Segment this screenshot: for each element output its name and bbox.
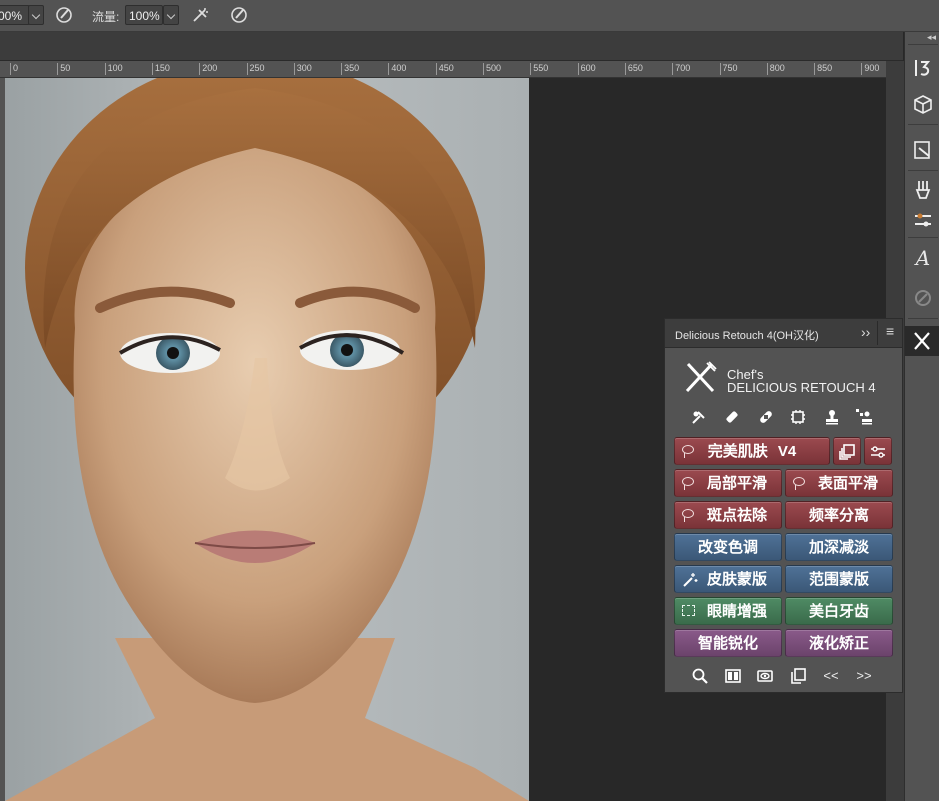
dodge-burn-button[interactable]: 加深减淡 [785,533,893,561]
ruler-tick: 300 [293,63,312,75]
ruler-tick: 100 [104,63,123,75]
frequency-separation-button[interactable]: 频率分离 [785,501,893,529]
panel-expand-button[interactable]: ›› [861,324,870,340]
pattern-stamp-icon[interactable] [855,408,873,426]
teeth-whiten-label: 美白牙齿 [808,603,869,620]
skin-mask-label: 皮肤蒙版 [706,571,767,588]
ruler-tick: 50 [57,63,70,75]
perfect-skin-label: 完美肌肤 [707,443,768,460]
range-mask-label: 范围蒙版 [808,571,869,588]
copy-icon[interactable] [789,667,807,685]
panel-header: Delicious Retouch 4(OH汉化) ›› ≡ [665,319,902,348]
lasso-icon [682,509,694,522]
zoom-icon[interactable] [691,667,709,685]
airbrush-icon[interactable] [190,5,210,25]
panel-menu-button[interactable]: ≡ [886,323,894,339]
ruler-tick: 500 [483,63,501,75]
teeth-whiten-button[interactable]: 美白牙齿 [785,597,893,625]
view-icon[interactable] [756,667,774,685]
ruler-tick: 150 [151,63,170,75]
brushes-icon[interactable] [911,178,935,202]
local-smooth-button[interactable]: 局部平滑 [674,469,782,497]
range-mask-button[interactable]: 范围蒙版 [785,565,893,593]
pressure-size-icon[interactable] [229,5,249,25]
smart-sharpen-label: 智能锐化 [697,635,758,652]
marquee-icon [682,605,695,616]
sliders-icon [871,446,885,458]
frequency-separation-label: 频率分离 [808,507,869,524]
ruler-tick: 900 [861,63,879,75]
local-smooth-label: 局部平滑 [706,475,767,492]
ruler-tick: 550 [530,63,548,75]
chip-icon[interactable] [789,408,807,426]
spot-removal-button[interactable]: 斑点祛除 [674,501,782,529]
change-tone-button[interactable]: 改变色调 [674,533,782,561]
pressure-opacity-icon[interactable] [54,5,74,25]
ruler-tick: 850 [814,63,832,75]
collapse-dock-button[interactable]: ◂◂ [927,32,936,43]
perfect-skin-button[interactable]: 完美肌肤 V4 [674,437,830,465]
ruler-tick: 750 [719,63,738,75]
panel-dock: ◂◂ A [904,32,939,801]
opacity-dropdown[interactable] [28,5,44,25]
spot-removal-label: 斑点祛除 [706,507,767,524]
flow-dropdown[interactable] [163,5,179,25]
portrait-image [5,78,529,801]
copy-layers-icon [839,444,855,460]
ruler-tick: 800 [766,63,785,75]
bandage-icon[interactable] [757,408,775,426]
brand-title: DELICIOUS RETOUCH 4 [727,380,876,395]
ruler-tick: 250 [246,63,265,75]
prev-icon[interactable]: << [822,667,840,685]
perfect-skin-version: V4 [777,443,797,460]
character-icon[interactable]: A [911,246,935,270]
compare-icon[interactable] [724,667,742,685]
adjustments-icon[interactable] [911,208,935,232]
lasso-icon [793,477,805,490]
smart-sharpen-button[interactable]: 智能锐化 [674,629,782,657]
panel-title: Delicious Retouch 4(OH汉化) [675,330,819,342]
liquify-label: 液化矫正 [808,635,869,652]
lasso-icon [682,477,694,490]
options-bar: 00% 流量: 100% [0,0,939,32]
ruler-tick: 600 [577,63,596,75]
retouch-plugin-icon[interactable] [905,326,939,356]
surface-smooth-label: 表面平滑 [817,475,878,492]
ruler-tick: 350 [341,63,359,75]
ruler-tick: 400 [388,63,406,75]
lasso-icon [682,445,694,458]
eye-enhance-label: 眼睛增强 [706,603,767,620]
ruler-tick: 450 [435,63,454,75]
properties-icon[interactable] [911,138,935,162]
eyedropper-brush-icon[interactable] [690,408,708,426]
copy-layers-button[interactable] [833,437,861,465]
ruler-tick: 200 [199,63,217,75]
healing-patch-icon[interactable] [723,408,741,426]
stamp-icon[interactable] [823,408,841,426]
ruler-tick: 0 [10,63,18,75]
eye-enhance-button[interactable]: 眼睛增强 [674,597,782,625]
document-tab-strip [0,32,903,61]
3d-cube-icon[interactable] [911,93,935,117]
surface-smooth-button[interactable]: 表面平滑 [785,469,893,497]
change-tone-label: 改变色调 [697,539,758,556]
horizontal-ruler: 0 50 100 150 200 250 300 350 400 450 500 550 600 650 7… [0,61,886,78]
flow-label: 流量: [92,10,120,24]
delicious-retouch-panel: Delicious Retouch 4(OH汉化) ›› ≡ Chef's DE… [664,318,903,693]
flow-field[interactable]: 100% [125,5,163,25]
header-divider [877,321,878,345]
fork-knife-logo-icon [685,361,717,393]
opacity-field[interactable]: 00% [0,5,30,25]
history-icon[interactable] [911,56,935,80]
ruler-tick: 650 [624,63,643,75]
settings-sliders-button[interactable] [864,437,892,465]
clone-source-icon[interactable] [911,286,935,310]
ruler-tick: 700 [672,63,690,75]
skin-mask-button[interactable]: 皮肤蒙版 [674,565,782,593]
eyedropper-sparkle-icon [683,573,698,587]
next-icon[interactable]: >> [855,667,873,685]
portrait-photo[interactable] [5,78,529,801]
dodge-burn-label: 加深减淡 [808,539,869,556]
liquify-button[interactable]: 液化矫正 [785,629,893,657]
